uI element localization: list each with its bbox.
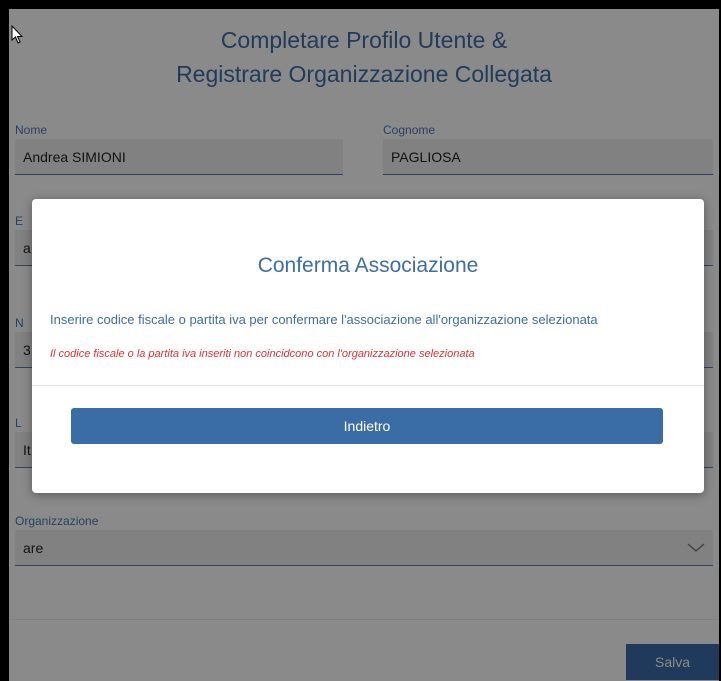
confirm-association-dialog: Conferma Associazione Inserire codice fi… xyxy=(32,199,704,493)
dialog-divider xyxy=(32,385,704,386)
dialog-description: Inserire codice fiscale o partita iva pe… xyxy=(50,312,598,327)
back-button[interactable]: Indietro xyxy=(71,408,663,444)
mouse-cursor-icon xyxy=(11,25,23,44)
profile-page: Completare Profilo Utente & Registrare O… xyxy=(9,9,719,681)
dialog-error-message: Il codice fiscale o la partita iva inser… xyxy=(50,348,475,360)
dialog-title: Conferma Associazione xyxy=(257,254,479,277)
